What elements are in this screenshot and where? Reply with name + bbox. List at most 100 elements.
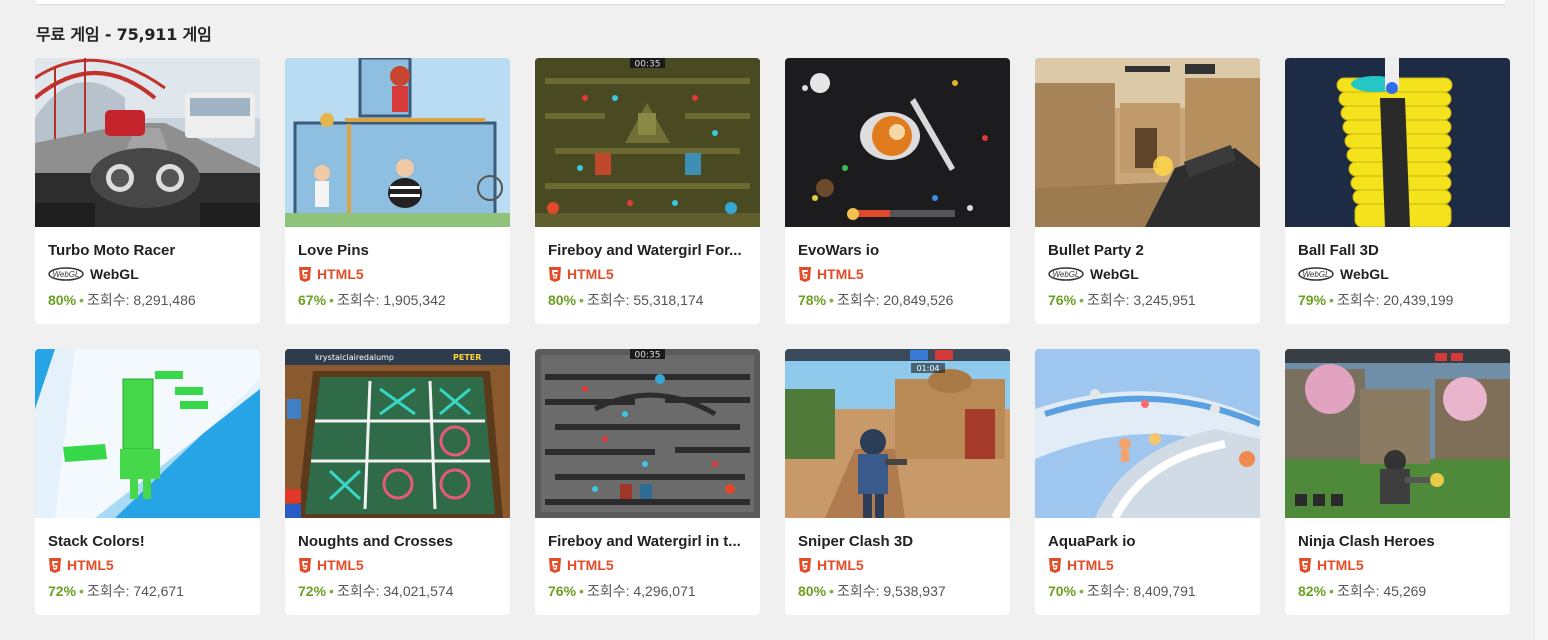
game-title[interactable]: Love Pins (298, 241, 498, 260)
game-thumbnail[interactable] (1035, 349, 1260, 518)
rating: 76% (1048, 292, 1077, 308)
game-title[interactable]: Sniper Clash 3D (798, 532, 998, 551)
game-card[interactable]: 00:35 Fireboy and Watergirl For... HTML5… (535, 58, 760, 324)
platform-label: HTML5 (817, 557, 864, 573)
svg-text:WebGL: WebGL (53, 270, 80, 279)
sniper-timer: 01:04 (916, 364, 939, 373)
game-stats: 67% • 조회수: 1,905,342 (298, 290, 498, 310)
rating: 72% (298, 583, 327, 599)
game-thumbnail[interactable] (1285, 349, 1510, 518)
sniper-clash-image: 01:04 (785, 349, 1010, 518)
fireboy-timer: 00:35 (635, 60, 661, 70)
rating: 76% (548, 583, 577, 599)
game-card[interactable]: Bullet Party 2 WebGL WebGL 76% • 조회수: 3,24… (1035, 58, 1260, 324)
game-card[interactable]: 00:35 Fireboy and Watergirl in t... HTML… (535, 349, 760, 615)
rating: 72% (48, 583, 77, 599)
platform-label: HTML5 (67, 557, 114, 573)
rating: 80% (798, 583, 827, 599)
separator-dot: • (79, 292, 84, 308)
platform-badge: WebGL WebGL (1048, 265, 1248, 283)
game-title[interactable]: Noughts and Crosses (298, 532, 498, 551)
moto-racer-image (35, 58, 260, 227)
game-title[interactable]: EvoWars io (798, 241, 998, 260)
game-title[interactable]: Turbo Moto Racer (48, 241, 248, 260)
game-card[interactable]: Ball Fall 3D WebGL WebGL 79% • 조회수: 20,439… (1285, 58, 1510, 324)
game-card[interactable]: krystalclairedalump PETER Noughts and Cr… (285, 349, 510, 615)
separator-dot: • (1079, 292, 1084, 308)
game-title[interactable]: Bullet Party 2 (1048, 241, 1248, 260)
separator-dot: • (1329, 583, 1334, 599)
views-label: 조회수: (1336, 292, 1380, 308)
views-count: 20,439,199 (1383, 292, 1454, 308)
game-card[interactable]: AquaPark io HTML5 70% • 조회수: 8,409,791 (1035, 349, 1260, 615)
rating: 67% (298, 292, 327, 308)
platform-label: WebGL (1090, 266, 1139, 282)
scrollbar[interactable] (1534, 0, 1548, 640)
rating: 82% (1298, 583, 1327, 599)
fireboy-ice-image: 00:35 (535, 349, 760, 518)
webgl-logo-icon: WebGL (48, 267, 84, 281)
game-card[interactable]: Love Pins HTML5 67% • 조회수: 1,905,342 (285, 58, 510, 324)
views-count: 20,849,526 (883, 292, 954, 308)
game-stats: 80% • 조회수: 55,318,174 (548, 290, 748, 310)
views-label: 조회수: (836, 292, 880, 308)
game-card[interactable]: Turbo Moto Racer WebGL WebGL 80% • 조회수: 8,… (35, 58, 260, 324)
platform-label: WebGL (90, 266, 139, 282)
noughts-crosses-image: krystalclairedalump PETER (285, 349, 510, 518)
views-count: 8,409,791 (1133, 583, 1196, 599)
game-card[interactable]: Ninja Clash Heroes HTML5 82% • 조회수: 45,269 (1285, 349, 1510, 615)
platform-badge: HTML5 (1298, 556, 1498, 574)
views-count: 4,296,071 (633, 583, 696, 599)
separator-dot: • (1079, 583, 1084, 599)
views-count: 1,905,342 (383, 292, 446, 308)
platform-label: HTML5 (317, 266, 364, 282)
platform-label: HTML5 (567, 557, 614, 573)
svg-text:WebGL: WebGL (1303, 270, 1330, 279)
game-thumbnail[interactable]: 00:35 (535, 58, 760, 227)
views-count: 742,671 (133, 583, 184, 599)
ball-fall-image (1285, 58, 1510, 227)
game-title[interactable]: Ball Fall 3D (1298, 241, 1498, 260)
game-stats: 82% • 조회수: 45,269 (1298, 581, 1498, 601)
rating: 80% (48, 292, 77, 308)
separator-dot: • (1329, 292, 1334, 308)
separator-dot: • (579, 583, 584, 599)
game-title[interactable]: Ninja Clash Heroes (1298, 532, 1498, 551)
views-count: 45,269 (1383, 583, 1427, 599)
platform-label: HTML5 (1067, 557, 1114, 573)
views-label: 조회수: (86, 583, 130, 599)
game-title[interactable]: Fireboy and Watergirl For... (548, 241, 748, 260)
game-stats: 72% • 조회수: 742,671 (48, 581, 248, 601)
ninja-clash-image (1285, 349, 1510, 518)
views-count: 3,245,951 (1133, 292, 1196, 308)
views-label: 조회수: (586, 583, 630, 599)
game-title[interactable]: AquaPark io (1048, 532, 1248, 551)
game-thumbnail[interactable] (1285, 58, 1510, 227)
separator-dot: • (79, 583, 84, 599)
game-thumbnail[interactable]: 01:04 (785, 349, 1010, 518)
game-title[interactable]: Fireboy and Watergirl in t... (548, 532, 748, 551)
game-thumbnail[interactable] (35, 349, 260, 518)
game-stats: 70% • 조회수: 8,409,791 (1048, 581, 1248, 601)
game-card[interactable]: EvoWars io HTML5 78% • 조회수: 20,849,526 (785, 58, 1010, 324)
game-thumbnail[interactable] (35, 58, 260, 227)
game-thumbnail[interactable] (785, 58, 1010, 227)
game-card[interactable]: 01:04 Sniper Clash 3D HTML5 80% • 조회수: 9,5… (785, 349, 1010, 615)
game-thumbnail[interactable] (285, 58, 510, 227)
game-thumbnail[interactable] (1035, 58, 1260, 227)
top-divider (36, 0, 1505, 5)
views-label: 조회수: (1086, 292, 1130, 308)
separator-dot: • (829, 292, 834, 308)
game-stats: 76% • 조회수: 4,296,071 (548, 581, 748, 601)
game-thumbnail[interactable]: 00:35 (535, 349, 760, 518)
html5-shield-icon (549, 557, 561, 573)
views-label: 조회수: (336, 292, 380, 308)
separator-dot: • (329, 583, 334, 599)
game-thumbnail[interactable]: krystalclairedalump PETER (285, 349, 510, 518)
platform-badge: HTML5 (548, 556, 748, 574)
separator-dot: • (829, 583, 834, 599)
game-card[interactable]: Stack Colors! HTML5 72% • 조회수: 742,671 (35, 349, 260, 615)
game-title[interactable]: Stack Colors! (48, 532, 248, 551)
platform-badge: HTML5 (298, 265, 498, 283)
platform-badge: HTML5 (548, 265, 748, 283)
